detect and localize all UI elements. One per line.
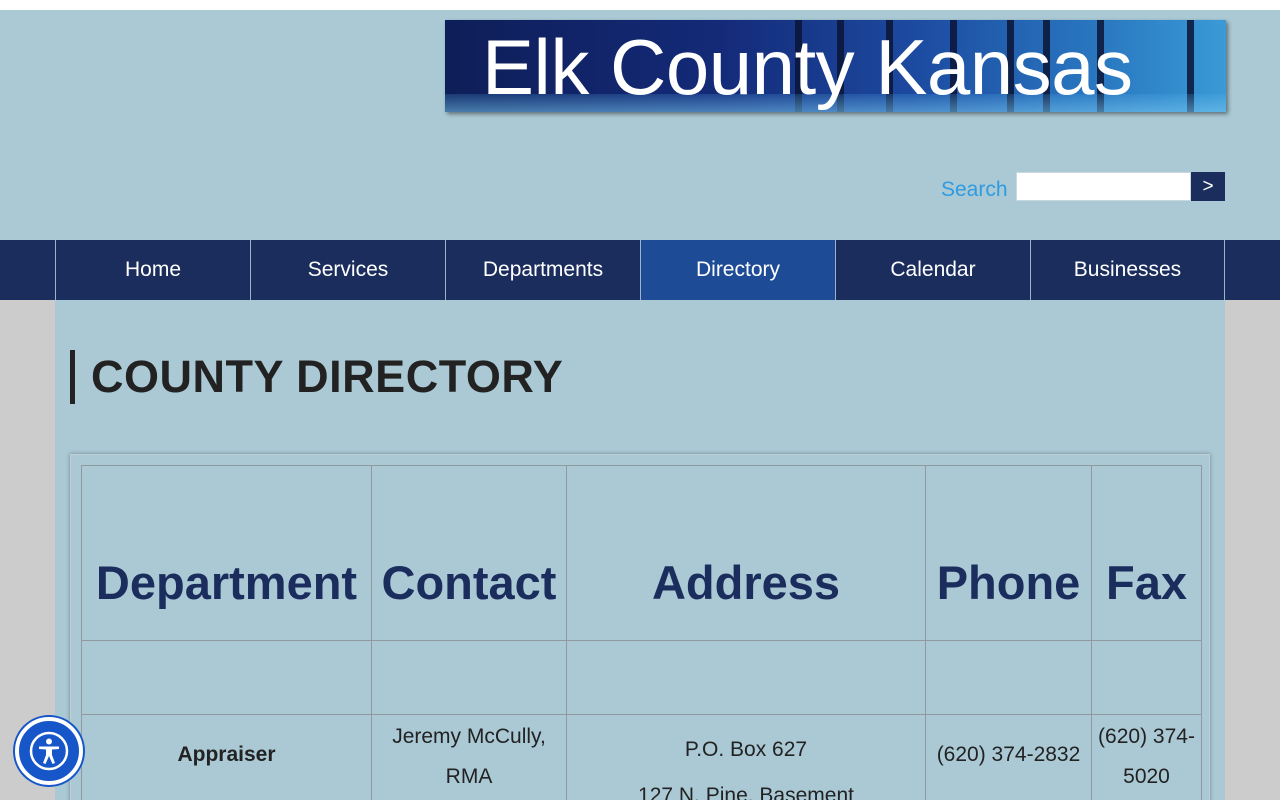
site-banner[interactable]: Elk County Kansas [445,20,1226,112]
table-row-empty [81,640,1202,715]
department-cell: Appraiser [81,714,372,800]
accessibility-icon [29,731,69,771]
main-content: COUNTY DIRECTORY Department Contact Addr… [55,300,1225,800]
table-cell [81,640,372,715]
address-cell: P.O. Box 627 127 N. Pine, Basement [566,714,926,800]
search-label: Search [941,178,1008,201]
column-header-phone: Phone [925,465,1092,641]
nav-item-directory[interactable]: Directory [640,240,835,300]
nav-divider [1224,240,1225,300]
table-cell [371,640,567,715]
page-title: COUNTY DIRECTORY [70,350,563,404]
address-line: 127 N. Pine, Basement [638,784,854,800]
nav-item-services[interactable]: Services [250,240,445,300]
fax-line: (620) 374- [1098,725,1195,748]
nav-item-calendar[interactable]: Calendar [835,240,1030,300]
address-line: P.O. Box 627 [684,738,808,761]
table-cell [1091,640,1202,715]
nav-item-home[interactable]: Home [55,240,250,300]
contact-line: RMA [445,765,493,788]
directory-table-container: Department Contact Address Phone Fax App… [70,454,1210,800]
top-strip [0,0,1280,10]
search-submit-button[interactable]: > [1191,172,1225,201]
column-header-contact: Contact [371,465,567,641]
table-header-row: Department Contact Address Phone Fax [81,465,1202,641]
phone-cell: (620) 374-2832 [925,714,1092,800]
main-nav: Home Services Departments Directory Cale… [0,240,1280,300]
accessibility-button[interactable] [15,717,83,785]
banner-title: Elk County Kansas [482,23,1133,111]
site-header: Elk County Kansas Search [0,10,1280,240]
contact-line: Jeremy McCully, [392,725,546,748]
table-cell [566,640,926,715]
nav-item-businesses[interactable]: Businesses [1030,240,1224,300]
directory-table: Department Contact Address Phone Fax App… [81,465,1202,800]
fax-line: 5020 [1123,765,1170,788]
fax-cell: (620) 374- 5020 [1091,714,1202,800]
table-cell [925,640,1092,715]
column-header-address: Address [566,465,926,641]
contact-cell: Jeremy McCully, RMA [371,714,567,800]
column-header-department: Department [81,465,372,641]
search-input[interactable] [1016,172,1191,201]
table-row: Appraiser Jeremy McCully, RMA P.O. Box 6… [81,714,1202,800]
column-header-fax: Fax [1091,465,1202,641]
nav-item-departments[interactable]: Departments [445,240,640,300]
